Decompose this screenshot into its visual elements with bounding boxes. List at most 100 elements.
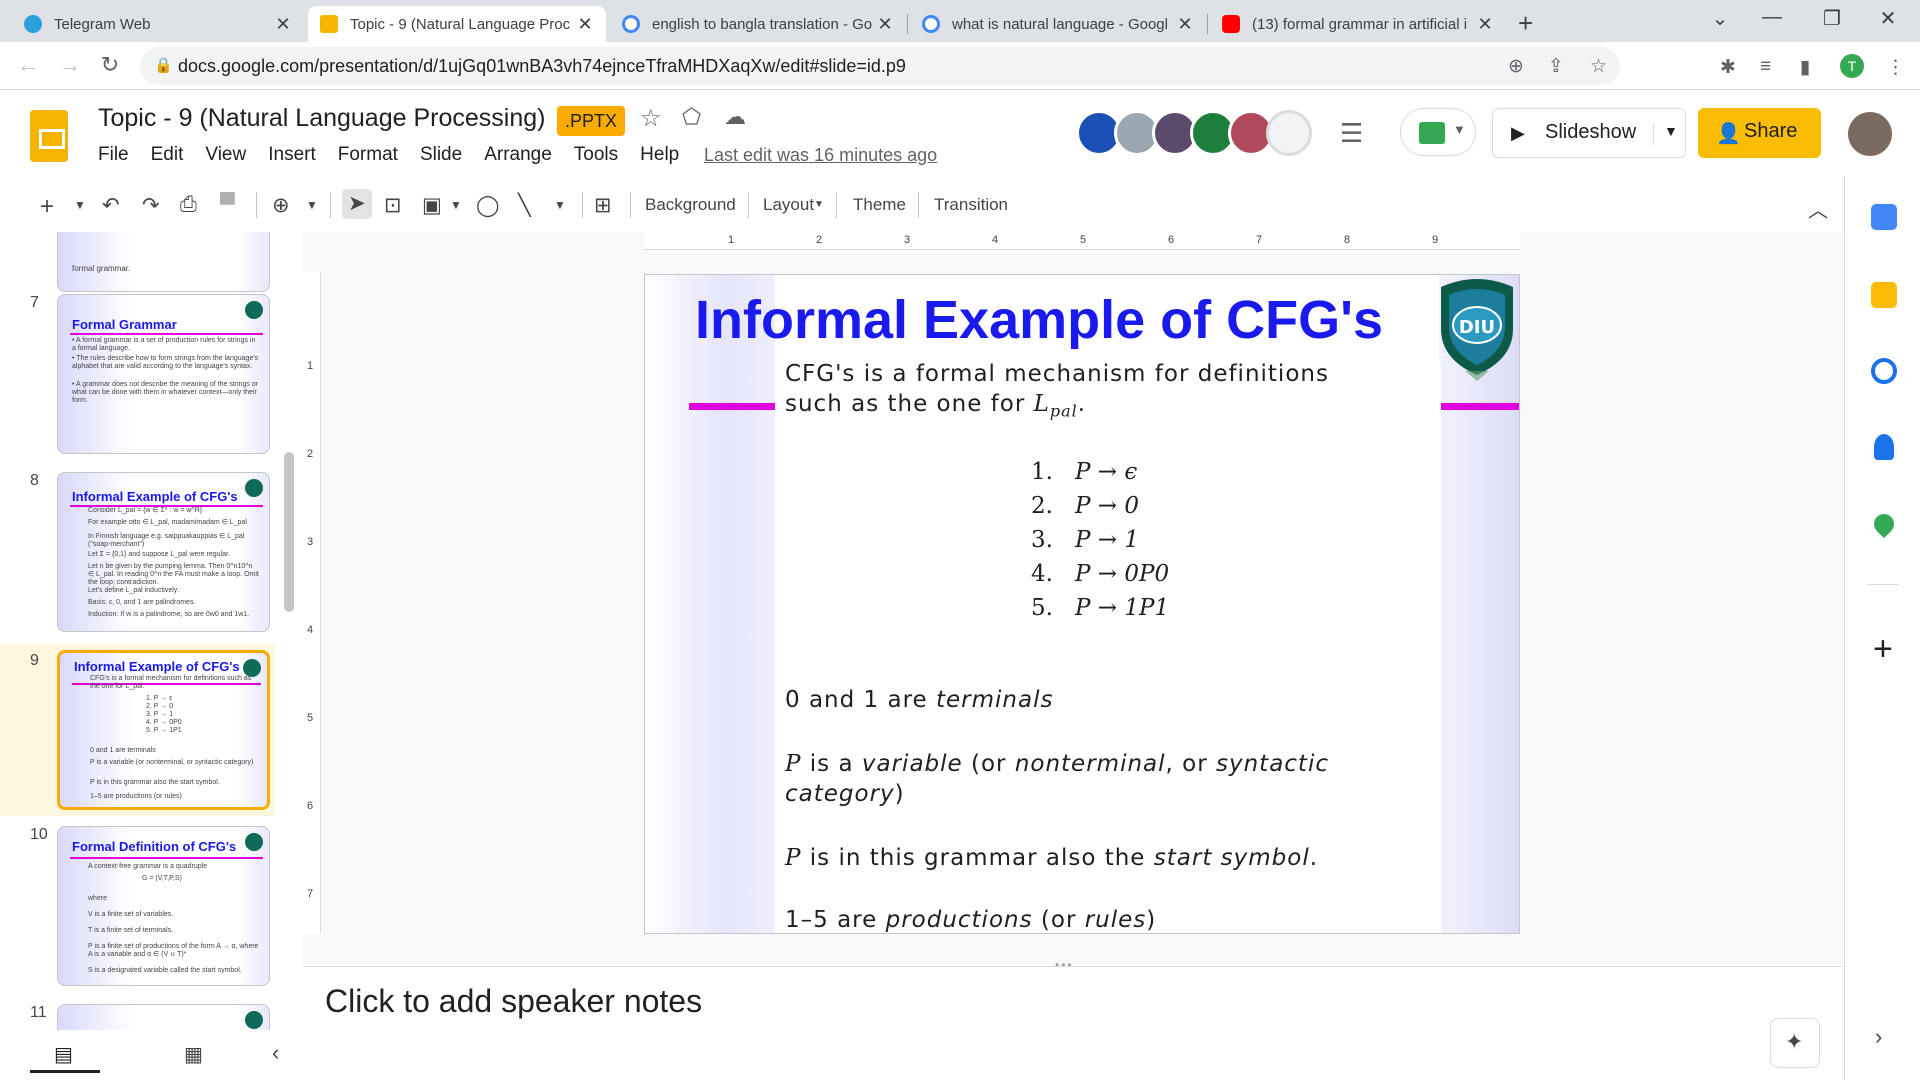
lock-icon[interactable]: 🔒 bbox=[154, 56, 173, 74]
cloud-saved-icon[interactable]: ☁ bbox=[724, 104, 746, 130]
browser-tab-slides[interactable]: Topic - 9 (Natural Language Proc ✕ bbox=[308, 6, 606, 42]
star-icon[interactable]: ☆ bbox=[640, 104, 662, 133]
get-addons-plus-icon[interactable]: + bbox=[1873, 630, 1893, 669]
chevron-down-icon[interactable]: ▼ bbox=[554, 198, 566, 212]
slide-title[interactable]: Informal Example of CFG's bbox=[695, 289, 1383, 351]
speaker-notes-input[interactable]: Click to add speaker notes bbox=[325, 983, 702, 1020]
emphasis: terminals bbox=[935, 687, 1054, 713]
line-icon[interactable]: ╲ bbox=[518, 193, 531, 218]
media-control-icon[interactable]: ≡ bbox=[1760, 56, 1771, 78]
url-text[interactable]: docs.google.com/presentation/d/1ujGq01wn… bbox=[178, 56, 906, 77]
close-window-icon[interactable]: ✕ bbox=[1868, 6, 1908, 31]
side-panel-icon[interactable]: ▮ bbox=[1800, 56, 1810, 79]
slide-filmstrip[interactable]: formal grammar. 7 Formal Grammar • A for… bbox=[0, 232, 300, 1082]
slide-thumbnail-10[interactable]: Formal Definition of CFG's A context-fre… bbox=[57, 826, 270, 986]
tab-search-chevron-icon[interactable]: ⌄ bbox=[1700, 6, 1740, 31]
close-tab-icon[interactable]: ✕ bbox=[576, 14, 594, 35]
omnibox[interactable]: 🔒 docs.google.com/presentation/d/1ujGq01… bbox=[140, 47, 1620, 85]
vertical-ruler[interactable]: 1 2 3 4 5 6 7 bbox=[303, 272, 321, 934]
slide-body-text-box[interactable]: CFG's is a formal mechanism for definiti… bbox=[775, 361, 1441, 933]
account-avatar[interactable] bbox=[1848, 112, 1892, 156]
chevron-down-icon[interactable]: ▼ bbox=[450, 198, 462, 212]
browser-tab-telegram[interactable]: Telegram Web ✕ bbox=[12, 6, 304, 42]
select-tool-icon[interactable]: ➤ bbox=[342, 189, 372, 219]
maps-icon[interactable] bbox=[1869, 509, 1899, 539]
minimize-icon[interactable]: — bbox=[1752, 6, 1792, 29]
share-button[interactable]: 👤 Share bbox=[1698, 108, 1821, 158]
print-icon[interactable]: ⎙ bbox=[180, 193, 197, 217]
slide-thumbnail[interactable]: formal grammar. bbox=[57, 232, 270, 292]
document-title[interactable]: Topic - 9 (Natural Language Processing) bbox=[98, 104, 545, 133]
redo-icon[interactable]: ↷ bbox=[142, 193, 160, 218]
menu-edit[interactable]: Edit bbox=[151, 144, 184, 166]
undo-icon[interactable]: ↶ bbox=[102, 193, 120, 218]
browser-tab-google-translate[interactable]: english to bangla translation - Go ✕ bbox=[610, 6, 906, 42]
explore-button[interactable]: ✦ bbox=[1770, 1018, 1820, 1068]
move-to-drive-icon[interactable]: ⬠ bbox=[682, 104, 701, 130]
chevron-down-icon[interactable]: ▼ bbox=[814, 199, 824, 210]
new-slide-icon[interactable]: + bbox=[40, 193, 54, 221]
chevron-down-icon[interactable]: ▼ bbox=[306, 198, 318, 212]
menu-slide[interactable]: Slide bbox=[420, 144, 462, 166]
layout-button[interactable]: Layout bbox=[763, 195, 814, 215]
restore-icon[interactable]: ❐ bbox=[1812, 6, 1852, 31]
chevron-down-icon[interactable]: ▼ bbox=[74, 198, 86, 212]
comments-icon[interactable]: ☰ bbox=[1340, 118, 1363, 149]
transition-button[interactable]: Transition bbox=[934, 195, 1008, 215]
menu-help[interactable]: Help bbox=[640, 144, 679, 166]
collapse-menus-chevron-icon[interactable]: ︿ bbox=[1808, 194, 1828, 223]
shape-icon[interactable]: ◯ bbox=[476, 193, 500, 218]
filmstrip-scrollbar[interactable] bbox=[284, 452, 294, 612]
meet-button[interactable]: ▼ bbox=[1400, 108, 1476, 156]
share-page-icon[interactable]: ⇪ bbox=[1548, 55, 1564, 78]
browser-menu-icon[interactable]: ⋮ bbox=[1886, 56, 1905, 79]
text-box-icon[interactable]: ⊡ bbox=[384, 193, 402, 218]
calendar-icon[interactable] bbox=[1871, 204, 1897, 230]
contacts-icon[interactable] bbox=[1874, 434, 1894, 460]
keep-icon[interactable] bbox=[1871, 282, 1897, 308]
paint-format-icon[interactable]: ▀ bbox=[220, 193, 235, 217]
close-tab-icon[interactable]: ✕ bbox=[876, 14, 894, 35]
grid-view-icon[interactable]: ▦ bbox=[184, 1042, 203, 1067]
slideshow-options-chevron-icon[interactable]: ▼ bbox=[1653, 123, 1678, 145]
background-button[interactable]: Background bbox=[645, 195, 736, 215]
menu-file[interactable]: File bbox=[98, 144, 129, 166]
theme-button[interactable]: Theme bbox=[853, 195, 906, 215]
diu-logo-icon[interactable]: DIU bbox=[1435, 275, 1519, 383]
tasks-icon[interactable] bbox=[1871, 358, 1897, 384]
slide-thumbnail-9-selected[interactable]: Informal Example of CFG's CFG's is a for… bbox=[57, 650, 270, 810]
close-tab-icon[interactable]: ✕ bbox=[274, 14, 292, 35]
menu-tools[interactable]: Tools bbox=[574, 144, 618, 166]
google-slides-logo-icon[interactable] bbox=[30, 110, 68, 162]
extensions-icon[interactable]: ✱ bbox=[1720, 56, 1736, 79]
zoom-icon[interactable]: ⊕ bbox=[272, 193, 290, 218]
horizontal-ruler[interactable]: 1 2 3 4 5 6 7 8 9 bbox=[644, 232, 1520, 250]
more-collaborators-icon[interactable] bbox=[1266, 110, 1312, 156]
current-slide[interactable]: CFG's is a formal mechanism for definiti… bbox=[644, 274, 1520, 934]
slide-thumbnail-7[interactable]: Formal Grammar • A formal grammar is a s… bbox=[57, 294, 270, 454]
browser-profile-avatar[interactable]: T bbox=[1840, 54, 1864, 78]
menu-arrange[interactable]: Arrange bbox=[484, 144, 552, 166]
new-tab-icon[interactable]: + bbox=[1518, 8, 1533, 39]
slideshow-button[interactable]: ▶ Slideshow ▼ bbox=[1492, 108, 1686, 158]
zoom-icon[interactable]: ⊕ bbox=[1508, 55, 1524, 78]
close-tab-icon[interactable]: ✕ bbox=[1176, 14, 1194, 35]
back-icon[interactable]: ← bbox=[14, 52, 42, 78]
close-tab-icon[interactable]: ✕ bbox=[1476, 14, 1494, 35]
reload-icon[interactable]: ↻ bbox=[96, 52, 124, 78]
filmstrip-view-icon[interactable]: ▤ bbox=[54, 1042, 73, 1067]
show-side-panel-chevron-icon[interactable]: › bbox=[1875, 1024, 1882, 1050]
notes-resize-handle[interactable]: ••• bbox=[1055, 958, 1074, 972]
browser-tab-youtube[interactable]: (13) formal grammar in artificial i ✕ bbox=[1210, 6, 1506, 42]
menu-format[interactable]: Format bbox=[338, 144, 398, 166]
add-comment-icon[interactable]: ⊞ bbox=[594, 193, 612, 218]
last-edit-link[interactable]: Last edit was 16 minutes ago bbox=[704, 145, 937, 166]
menu-insert[interactable]: Insert bbox=[268, 144, 316, 166]
forward-icon[interactable]: → bbox=[56, 52, 84, 78]
insert-image-icon[interactable]: ▣ bbox=[422, 193, 442, 218]
bookmark-star-icon[interactable]: ☆ bbox=[1590, 55, 1607, 78]
menu-view[interactable]: View bbox=[205, 144, 246, 166]
browser-tab-google-nlp[interactable]: what is natural language - Googl ✕ bbox=[910, 6, 1206, 42]
slide-thumbnail-8[interactable]: Informal Example of CFG's Consider L_pal… bbox=[57, 472, 270, 632]
hide-filmstrip-chevron-icon[interactable]: ‹ bbox=[272, 1040, 279, 1066]
